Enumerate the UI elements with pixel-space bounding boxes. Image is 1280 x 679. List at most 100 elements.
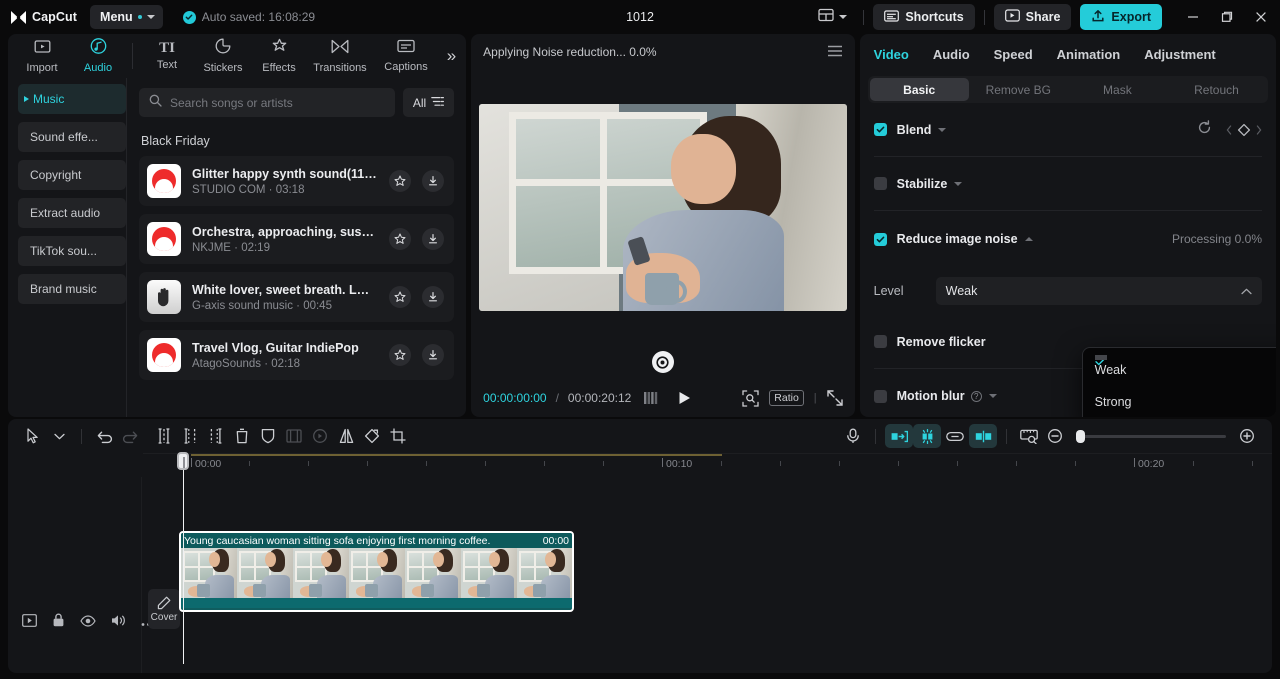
motion-blur-checkbox[interactable] [873, 389, 887, 403]
blend-checkbox[interactable] [873, 123, 887, 136]
timeline-clip[interactable]: Young caucasian woman sitting sofa enjoy… [179, 531, 574, 612]
ratio-button[interactable]: Ratio [769, 390, 804, 406]
noise-level-dropdown[interactable]: Weak Strong [1081, 347, 1276, 417]
playhead-handle[interactable] [177, 452, 189, 470]
tab-audio[interactable]: Audio [933, 47, 970, 62]
trim-left-icon[interactable] [177, 424, 203, 448]
tab-transitions[interactable]: Transitions [307, 39, 373, 74]
zoom-fit-icon[interactable] [742, 389, 759, 407]
chevron-down-icon[interactable] [988, 394, 997, 398]
maximize-button[interactable] [1210, 0, 1244, 34]
help-icon[interactable]: ? [970, 390, 982, 402]
zoom-slider[interactable] [1076, 429, 1226, 443]
zoom-slider-handle[interactable] [1076, 429, 1085, 443]
download-icon[interactable] [422, 170, 445, 192]
category-tiktok-sounds[interactable]: TikTok sou... [18, 236, 126, 266]
mirror-icon[interactable] [333, 424, 359, 448]
noise-level-select[interactable]: Weak [935, 277, 1262, 305]
preview-menu-icon[interactable] [827, 45, 843, 60]
tab-text[interactable]: TI Text [139, 41, 195, 72]
tab-adjustment[interactable]: Adjustment [1144, 47, 1216, 62]
select-arrow-icon[interactable] [20, 424, 46, 448]
volume-icon[interactable] [111, 614, 126, 632]
minimize-button[interactable] [1176, 0, 1210, 34]
dropdown-option-strong[interactable]: Strong [1083, 355, 1276, 417]
list-item[interactable]: White lover, sweet breath. LOV... G-axis… [139, 272, 455, 322]
tab-stickers[interactable]: Stickers [195, 38, 251, 74]
freeze-frame-icon[interactable] [281, 424, 307, 448]
zoom-in-icon[interactable] [1234, 424, 1260, 448]
timeline-ruler[interactable]: 00:00 00:10 00:20 00:30 00:40 [143, 453, 1272, 477]
redo-icon[interactable] [117, 424, 143, 448]
adjust-clip-icon[interactable] [969, 424, 997, 448]
expand-tabs-button[interactable]: » [447, 46, 456, 66]
tab-effects[interactable]: Effects [251, 38, 307, 74]
clip-thumbnail-icon[interactable] [22, 613, 37, 632]
close-button[interactable] [1244, 0, 1278, 34]
video-preview[interactable] [479, 104, 847, 311]
search-box[interactable] [139, 88, 395, 117]
preview-ruler-icon[interactable] [1016, 424, 1042, 448]
frame-view-icon[interactable] [644, 392, 660, 404]
tab-speed[interactable]: Speed [994, 47, 1033, 62]
subtab-basic[interactable]: Basic [869, 78, 969, 101]
search-input[interactable] [170, 95, 385, 110]
subtab-mask[interactable]: Mask [1068, 78, 1167, 101]
list-item[interactable]: Glitter happy synth sound(112... STUDIO … [139, 156, 455, 206]
favorite-star-icon[interactable] [389, 286, 412, 308]
tab-video[interactable]: Video [874, 47, 909, 62]
category-extract-audio[interactable]: Extract audio [18, 198, 126, 228]
category-music[interactable]: Music [18, 84, 126, 114]
rotate-reset-icon[interactable] [651, 351, 674, 373]
crop-icon[interactable] [385, 424, 411, 448]
trim-right-icon[interactable] [203, 424, 229, 448]
magnet-snap-icon[interactable] [913, 424, 941, 448]
list-item[interactable]: Travel Vlog, Guitar IndiePop AtagoSounds… [139, 330, 455, 380]
category-copyright[interactable]: Copyright [18, 160, 126, 190]
zoom-out-icon[interactable] [1042, 424, 1068, 448]
layout-button[interactable] [811, 4, 854, 31]
stabilize-checkbox[interactable] [873, 177, 887, 190]
delete-icon[interactable] [229, 424, 255, 448]
reverse-icon[interactable] [307, 424, 333, 448]
chevron-down-icon[interactable] [938, 127, 947, 132]
reset-icon[interactable] [1197, 119, 1212, 140]
download-icon[interactable] [422, 228, 445, 250]
chevron-up-icon[interactable] [1024, 237, 1033, 241]
lock-icon[interactable] [52, 613, 65, 632]
preview-stage[interactable] [471, 70, 854, 345]
split-icon[interactable] [151, 424, 177, 448]
download-icon[interactable] [422, 344, 445, 366]
menu-button[interactable]: Menu [90, 5, 163, 29]
shortcuts-button[interactable]: Shortcuts [873, 4, 975, 30]
cover-button[interactable]: Cover [148, 589, 180, 629]
keyframe-control[interactable] [1226, 123, 1262, 137]
favorite-star-icon[interactable] [389, 228, 412, 250]
category-sound-effects[interactable]: Sound effe... [18, 122, 126, 152]
play-button[interactable] [678, 391, 691, 405]
reduce-noise-checkbox[interactable] [873, 232, 887, 246]
tab-captions[interactable]: Captions [373, 39, 439, 73]
list-item[interactable]: Orchestra, approaching, suspic... NKJME … [139, 214, 455, 264]
tab-animation[interactable]: Animation [1057, 47, 1121, 62]
select-mode-dropdown-icon[interactable] [46, 424, 72, 448]
export-button[interactable]: Export [1080, 4, 1162, 30]
chevron-down-icon[interactable] [954, 181, 963, 186]
download-icon[interactable] [422, 286, 445, 308]
share-button[interactable]: Share [993, 4, 1072, 30]
fullscreen-icon[interactable] [826, 390, 843, 406]
undo-icon[interactable] [91, 424, 117, 448]
favorite-star-icon[interactable] [389, 344, 412, 366]
mask-shield-icon[interactable] [255, 424, 281, 448]
filter-all-button[interactable]: All [402, 88, 455, 117]
dropdown-option-weak[interactable]: Weak [1083, 354, 1276, 386]
subtab-retouch[interactable]: Retouch [1167, 78, 1266, 101]
favorite-star-icon[interactable] [389, 170, 412, 192]
subtab-remove-bg[interactable]: Remove BG [969, 78, 1068, 101]
rotate-icon[interactable] [359, 424, 385, 448]
auto-fill-icon[interactable] [885, 424, 913, 448]
record-mic-icon[interactable] [840, 424, 866, 448]
link-icon[interactable] [941, 424, 969, 448]
category-brand-music[interactable]: Brand music [18, 274, 126, 304]
tab-audio[interactable]: Audio [70, 38, 126, 74]
